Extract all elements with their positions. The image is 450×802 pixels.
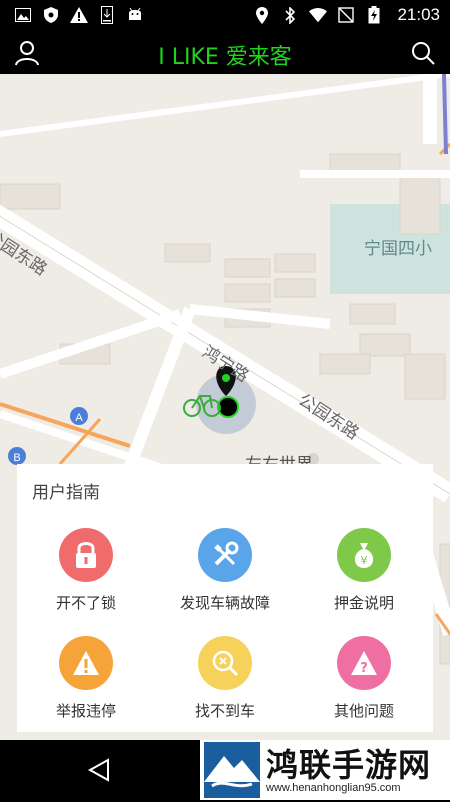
search-icon	[412, 42, 435, 65]
watermark-logo	[204, 742, 260, 798]
app-bar: I LIKE 爱来客	[0, 32, 450, 74]
my-location-marker	[217, 396, 239, 418]
guide-item-label: 发现车辆故障	[179, 594, 270, 612]
battery-charging-icon	[365, 6, 383, 24]
guide-item-report-parking[interactable]: 举报违停	[26, 636, 146, 721]
bluetooth-icon	[281, 6, 299, 24]
guide-item-cannot-find-bike[interactable]: 找不到车	[165, 636, 285, 721]
back-button[interactable]	[86, 756, 114, 784]
svg-text:?: ?	[360, 661, 368, 676]
shield-icon	[42, 6, 60, 24]
warning-icon	[59, 636, 113, 690]
back-icon	[87, 758, 109, 782]
app-title: I LIKE 爱来客	[158, 45, 292, 70]
watermark-url: www.henanhonglian95.com	[266, 782, 401, 794]
school-label: 宁国四小	[364, 239, 432, 259]
guide-item-deposit-info[interactable]: ¥ 押金说明	[304, 528, 424, 613]
marker-b-label: B	[13, 452, 20, 464]
clock: 21:03	[397, 5, 440, 24]
money-bag-icon: ¥	[337, 528, 391, 582]
guide-title: 用户指南	[32, 483, 100, 503]
wrench-screwdriver-icon	[198, 528, 252, 582]
search-button[interactable]	[408, 38, 438, 68]
guide-item-label: 举报违停	[55, 702, 116, 720]
svg-text:¥: ¥	[361, 554, 368, 567]
status-bar: 21:03	[0, 0, 450, 32]
guide-item-report-fault[interactable]: 发现车辆故障	[165, 528, 285, 613]
guide-item-label: 找不到车	[194, 702, 255, 720]
image-icon	[14, 6, 32, 24]
guide-item-other-questions[interactable]: ? 其他问题	[304, 636, 424, 721]
guide-item-cannot-unlock[interactable]: 开不了锁	[26, 528, 146, 613]
user-guide-panel: 用户指南 开不了锁 发现车辆故障 ¥ 押金说明 举报违停 找不到车 ? 其他问题	[17, 464, 433, 732]
wifi-icon	[309, 6, 328, 24]
guide-item-label: 开不了锁	[55, 594, 116, 612]
search-bike-icon	[198, 636, 252, 690]
download-icon	[98, 6, 116, 24]
warning-icon	[70, 6, 88, 24]
lock-icon	[59, 528, 113, 582]
android-icon	[126, 6, 144, 24]
no-sim-icon	[337, 6, 355, 24]
guide-item-label: 其他问题	[333, 702, 394, 720]
watermark-banner: 鸿联手游网 www.henanhonglian95.com	[200, 740, 450, 800]
guide-item-label: 押金说明	[333, 594, 394, 612]
watermark-title: 鸿联手游网	[266, 746, 432, 784]
question-icon: ?	[337, 636, 391, 690]
location-icon	[253, 6, 271, 24]
marker-a-label: A	[75, 412, 83, 424]
